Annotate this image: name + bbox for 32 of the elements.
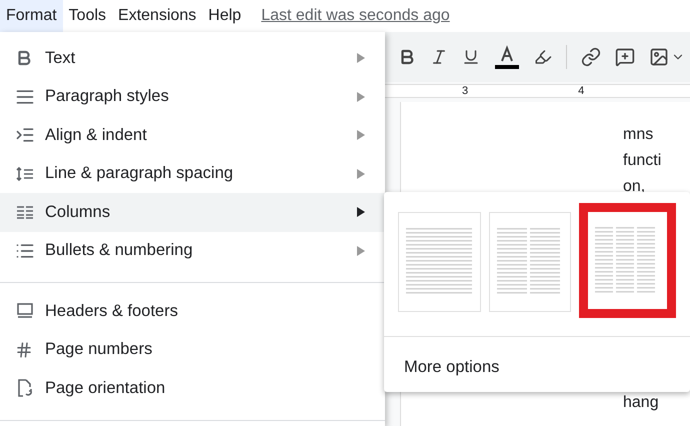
hash-icon xyxy=(15,340,33,359)
link-icon[interactable] xyxy=(581,47,601,67)
menu-item[interactable]: Columns xyxy=(0,193,385,232)
more-options-item[interactable]: More options xyxy=(404,355,500,380)
menu-bar-item[interactable]: Help xyxy=(202,0,248,32)
menu-item[interactable]: Bullets & numbering xyxy=(0,232,385,270)
document-text: hang xyxy=(623,394,659,411)
ruler-number: 4 xyxy=(578,86,584,96)
document-text: on, xyxy=(623,178,646,195)
menu-item[interactable]: Headers & footers xyxy=(0,292,385,330)
menu-bar-item[interactable]: Format xyxy=(0,0,63,32)
page-rotate-icon xyxy=(15,378,35,398)
ruler-number: 3 xyxy=(462,86,468,96)
column-layout-option[interactable] xyxy=(579,203,676,318)
document-text: functi xyxy=(623,152,662,169)
menu-item[interactable]: Align & indent xyxy=(0,116,385,154)
underline-icon[interactable] xyxy=(462,48,480,66)
menu-item[interactable]: Text xyxy=(0,39,385,78)
image-icon[interactable] xyxy=(649,47,669,67)
menu-item[interactable]: Page orientation xyxy=(0,369,385,408)
menu-bar-item[interactable]: Tools xyxy=(62,0,112,32)
layout-preview-icon xyxy=(405,228,474,296)
menu-item[interactable]: Line & paragraph spacing xyxy=(0,154,385,193)
last-edit-link[interactable]: Last edit was seconds ago xyxy=(261,4,450,28)
menu-item[interactable]: Page numbers xyxy=(0,330,385,369)
menu-item[interactable]: Paragraph styles xyxy=(0,78,385,116)
italic-icon[interactable] xyxy=(430,48,448,66)
add-comment-icon[interactable] xyxy=(615,47,635,67)
highlighter-icon[interactable] xyxy=(534,48,552,66)
menu-bar-item[interactable]: Extensions xyxy=(112,0,202,32)
document-text: mns xyxy=(623,126,654,143)
text-color-icon[interactable] xyxy=(494,44,520,70)
